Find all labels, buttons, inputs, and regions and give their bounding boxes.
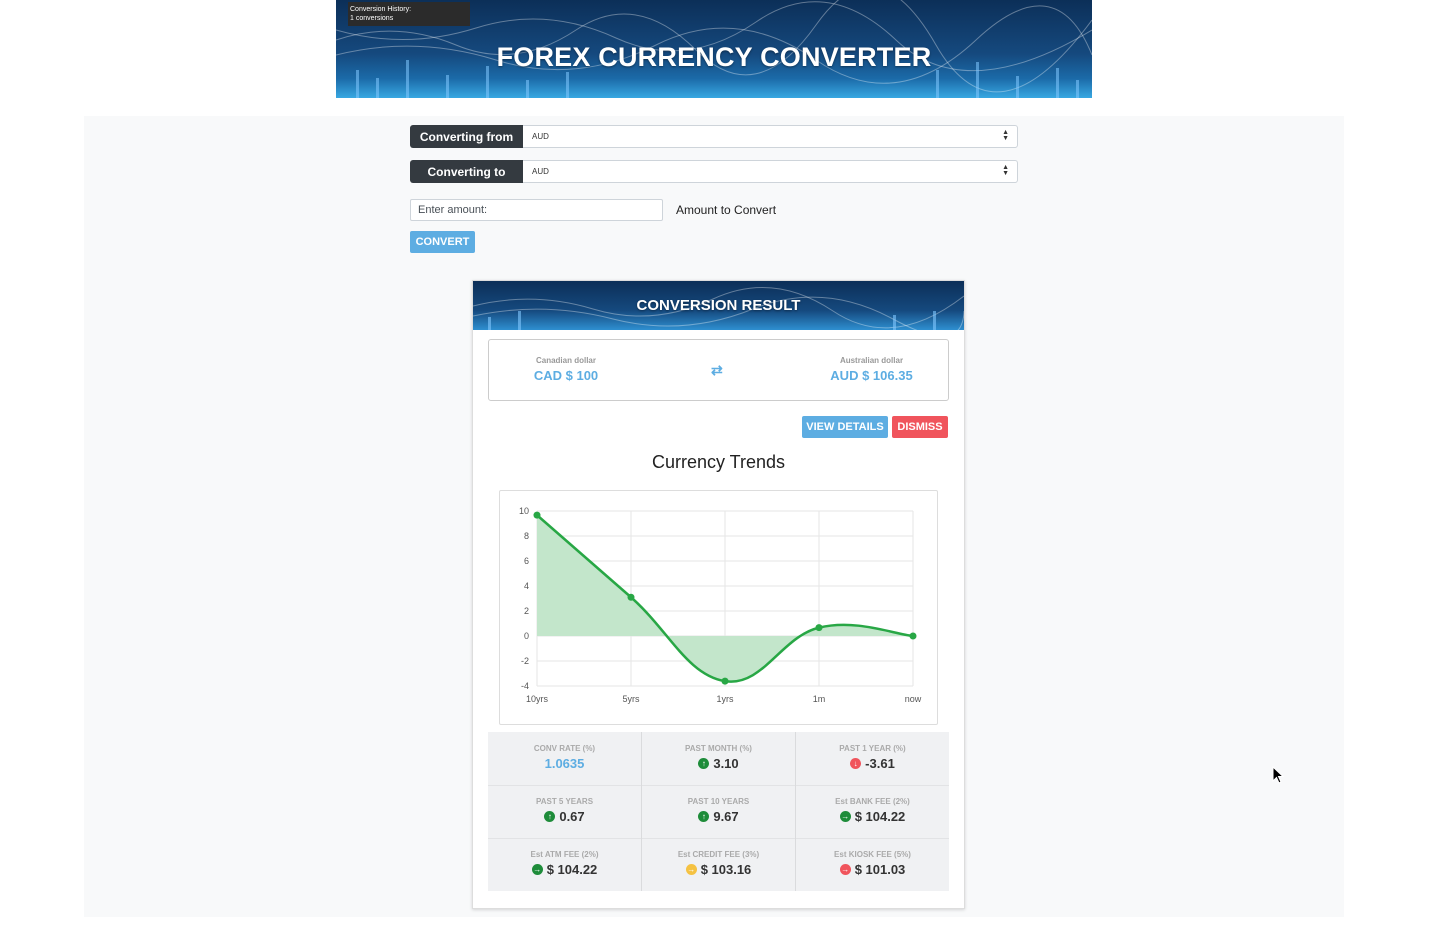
history-label: Conversion History: bbox=[350, 6, 412, 13]
y-tick-label: 4 bbox=[524, 581, 529, 591]
view-details-button[interactable]: VIEW DETAILS bbox=[802, 416, 888, 438]
stat-cell: Est ATM FEE (2%) → $ 104.22 bbox=[488, 838, 642, 891]
stat-value: ↓ -3.61 bbox=[796, 756, 949, 771]
stat-label: CONV RATE (%) bbox=[533, 744, 596, 753]
stat-label: Est BANK FEE (2%) bbox=[835, 797, 910, 806]
x-tick-label: 1yrs bbox=[716, 694, 734, 704]
arrow-up-icon: ↑ bbox=[544, 811, 556, 822]
data-point bbox=[815, 624, 823, 632]
y-tick-label: 2 bbox=[524, 606, 529, 616]
chart-title: Currency Trends bbox=[651, 452, 786, 472]
arrow-down-icon: ↓ bbox=[850, 758, 862, 769]
conversion-pair: Canadian dollar CAD $ 100 ⇄ Australian d… bbox=[488, 339, 949, 401]
main-panel: Converting from AUD ▲ ▼ Converting to AUD… bbox=[84, 116, 1344, 917]
arrow-right-icon: → bbox=[685, 864, 697, 875]
from-amount: CAD $ 100 bbox=[533, 368, 599, 383]
stat-value: ↑ 0.67 bbox=[488, 809, 641, 824]
stat-label: Est KIOSK FEE (5%) bbox=[834, 850, 911, 859]
from-currency-row: Converting from AUD ▲ ▼ bbox=[410, 125, 1018, 148]
y-tick-label: -2 bbox=[521, 656, 529, 666]
amount-label: Amount to Convert bbox=[676, 203, 777, 217]
from-currency-label: Converting from bbox=[410, 125, 523, 148]
conversion-history-badge[interactable]: Conversion History: 1 conversions bbox=[348, 2, 470, 26]
mouse-cursor-icon bbox=[1272, 766, 1285, 784]
stat-label: PAST 1 YEAR (%) bbox=[839, 744, 906, 753]
arrow-right-icon: → bbox=[531, 864, 543, 875]
to-currency-name: Australian dollar bbox=[839, 356, 904, 365]
x-tick-label: 5yrs bbox=[622, 694, 640, 704]
stat-value: → $ 103.16 bbox=[685, 862, 752, 877]
stat-cell: Est BANK FEE (2%) → $ 104.22 bbox=[796, 785, 949, 838]
data-point bbox=[627, 593, 635, 601]
y-tick-label: 0 bbox=[524, 631, 529, 641]
from-currency-select[interactable]: AUD ▲ ▼ bbox=[523, 125, 1018, 148]
stats-grid: CONV RATE (%) 1.0635 PAST MONTH (%) ↑ 3.10 PA… bbox=[488, 732, 949, 891]
currency-trends-chart: 10 8 6 4 2 0 -2 -4 10yrs 5yrs 1yrs 1m now bbox=[519, 506, 922, 704]
result-title: CONVERSION RESULT bbox=[636, 297, 801, 314]
stat-value: → $ 104.22 bbox=[531, 862, 598, 877]
y-tick-label: 10 bbox=[519, 506, 529, 516]
stat-cell: Est KIOSK FEE (5%) → $ 101.03 bbox=[796, 838, 949, 891]
header-banner: Conversion History: 1 conversions FOREX … bbox=[336, 0, 1092, 98]
from-currency-name: Canadian dollar bbox=[535, 356, 596, 365]
result-header: CONVERSION RESULT bbox=[473, 281, 964, 330]
stat-cell: PAST MONTH (%) ↑ 3.10 bbox=[642, 732, 796, 785]
to-currency-row: Converting to AUD ▲ ▼ bbox=[410, 160, 1018, 183]
select-arrows-icon: ▲ ▼ bbox=[1002, 129, 1009, 142]
stat-cell: CONV RATE (%) 1.0635 bbox=[488, 732, 642, 785]
to-amount: AUD $ 106.35 bbox=[830, 368, 913, 383]
conversion-result-card: CONVERSION RESULT Canadian dollar CAD $ … bbox=[472, 280, 965, 909]
chart-container: 10 8 6 4 2 0 -2 -4 10yrs 5yrs 1yrs 1m now bbox=[499, 490, 938, 725]
select-arrows-icon: ▲ ▼ bbox=[1002, 164, 1009, 177]
amount-input[interactable]: Enter amount: bbox=[410, 199, 663, 221]
history-count: 1 conversions bbox=[350, 15, 394, 22]
stat-value: → $ 104.22 bbox=[839, 809, 906, 824]
convert-button[interactable]: CONVERT bbox=[410, 231, 475, 253]
data-point bbox=[533, 511, 541, 519]
y-tick-label: -4 bbox=[521, 681, 529, 691]
arrow-up-icon: ↑ bbox=[698, 758, 710, 769]
arrow-right-icon: → bbox=[839, 864, 851, 875]
stat-label: PAST MONTH (%) bbox=[685, 744, 752, 753]
stat-cell: PAST 1 YEAR (%) ↓ -3.61 bbox=[796, 732, 949, 785]
x-tick-label: 10yrs bbox=[526, 694, 549, 704]
stat-label: PAST 5 YEARS bbox=[535, 797, 594, 806]
stat-value: ↑ 9.67 bbox=[642, 809, 795, 824]
amount-placeholder: Enter amount: bbox=[418, 204, 488, 216]
stat-cell: Est CREDIT FEE (3%) → $ 103.16 bbox=[642, 838, 796, 891]
stat-label: Est ATM FEE (2%) bbox=[530, 850, 599, 859]
y-tick-label: 6 bbox=[524, 556, 529, 566]
stats-row: CONV RATE (%) 1.0635 PAST MONTH (%) ↑ 3.10 PA… bbox=[488, 732, 949, 786]
stat-label: PAST 10 YEARS bbox=[687, 797, 750, 806]
page-title: FOREX CURRENCY CONVERTER bbox=[496, 42, 932, 72]
x-tick-label: 1m bbox=[813, 694, 826, 704]
stat-value: ↑ 3.10 bbox=[642, 756, 795, 771]
to-currency-label: Converting to bbox=[410, 160, 523, 183]
x-tick-label: now bbox=[905, 694, 922, 704]
stat-value: → $ 101.03 bbox=[839, 862, 906, 877]
to-currency-select[interactable]: AUD ▲ ▼ bbox=[523, 160, 1018, 183]
dismiss-button[interactable]: DISMISS bbox=[892, 416, 948, 438]
stat-value: 1.0635 bbox=[544, 756, 585, 771]
stat-cell: PAST 10 YEARS ↑ 9.67 bbox=[642, 785, 796, 838]
stat-cell: PAST 5 YEARS ↑ 0.67 bbox=[488, 785, 642, 838]
y-tick-label: 8 bbox=[524, 531, 529, 541]
arrow-up-icon: ↑ bbox=[698, 811, 710, 822]
stats-row: PAST 5 YEARS ↑ 0.67 PAST 10 YEARS ↑ 9.67 Est B… bbox=[488, 785, 949, 839]
to-currency-value: AUD bbox=[532, 167, 549, 176]
data-point bbox=[721, 677, 729, 685]
swap-icon[interactable]: ⇄ bbox=[711, 362, 723, 379]
stat-label: Est CREDIT FEE (3%) bbox=[677, 850, 760, 859]
arrow-right-icon: → bbox=[839, 811, 851, 822]
from-currency-value: AUD bbox=[532, 132, 549, 141]
data-point bbox=[909, 632, 917, 640]
stats-row: Est ATM FEE (2%) → $ 104.22 Est CREDIT FEE … bbox=[488, 838, 949, 891]
